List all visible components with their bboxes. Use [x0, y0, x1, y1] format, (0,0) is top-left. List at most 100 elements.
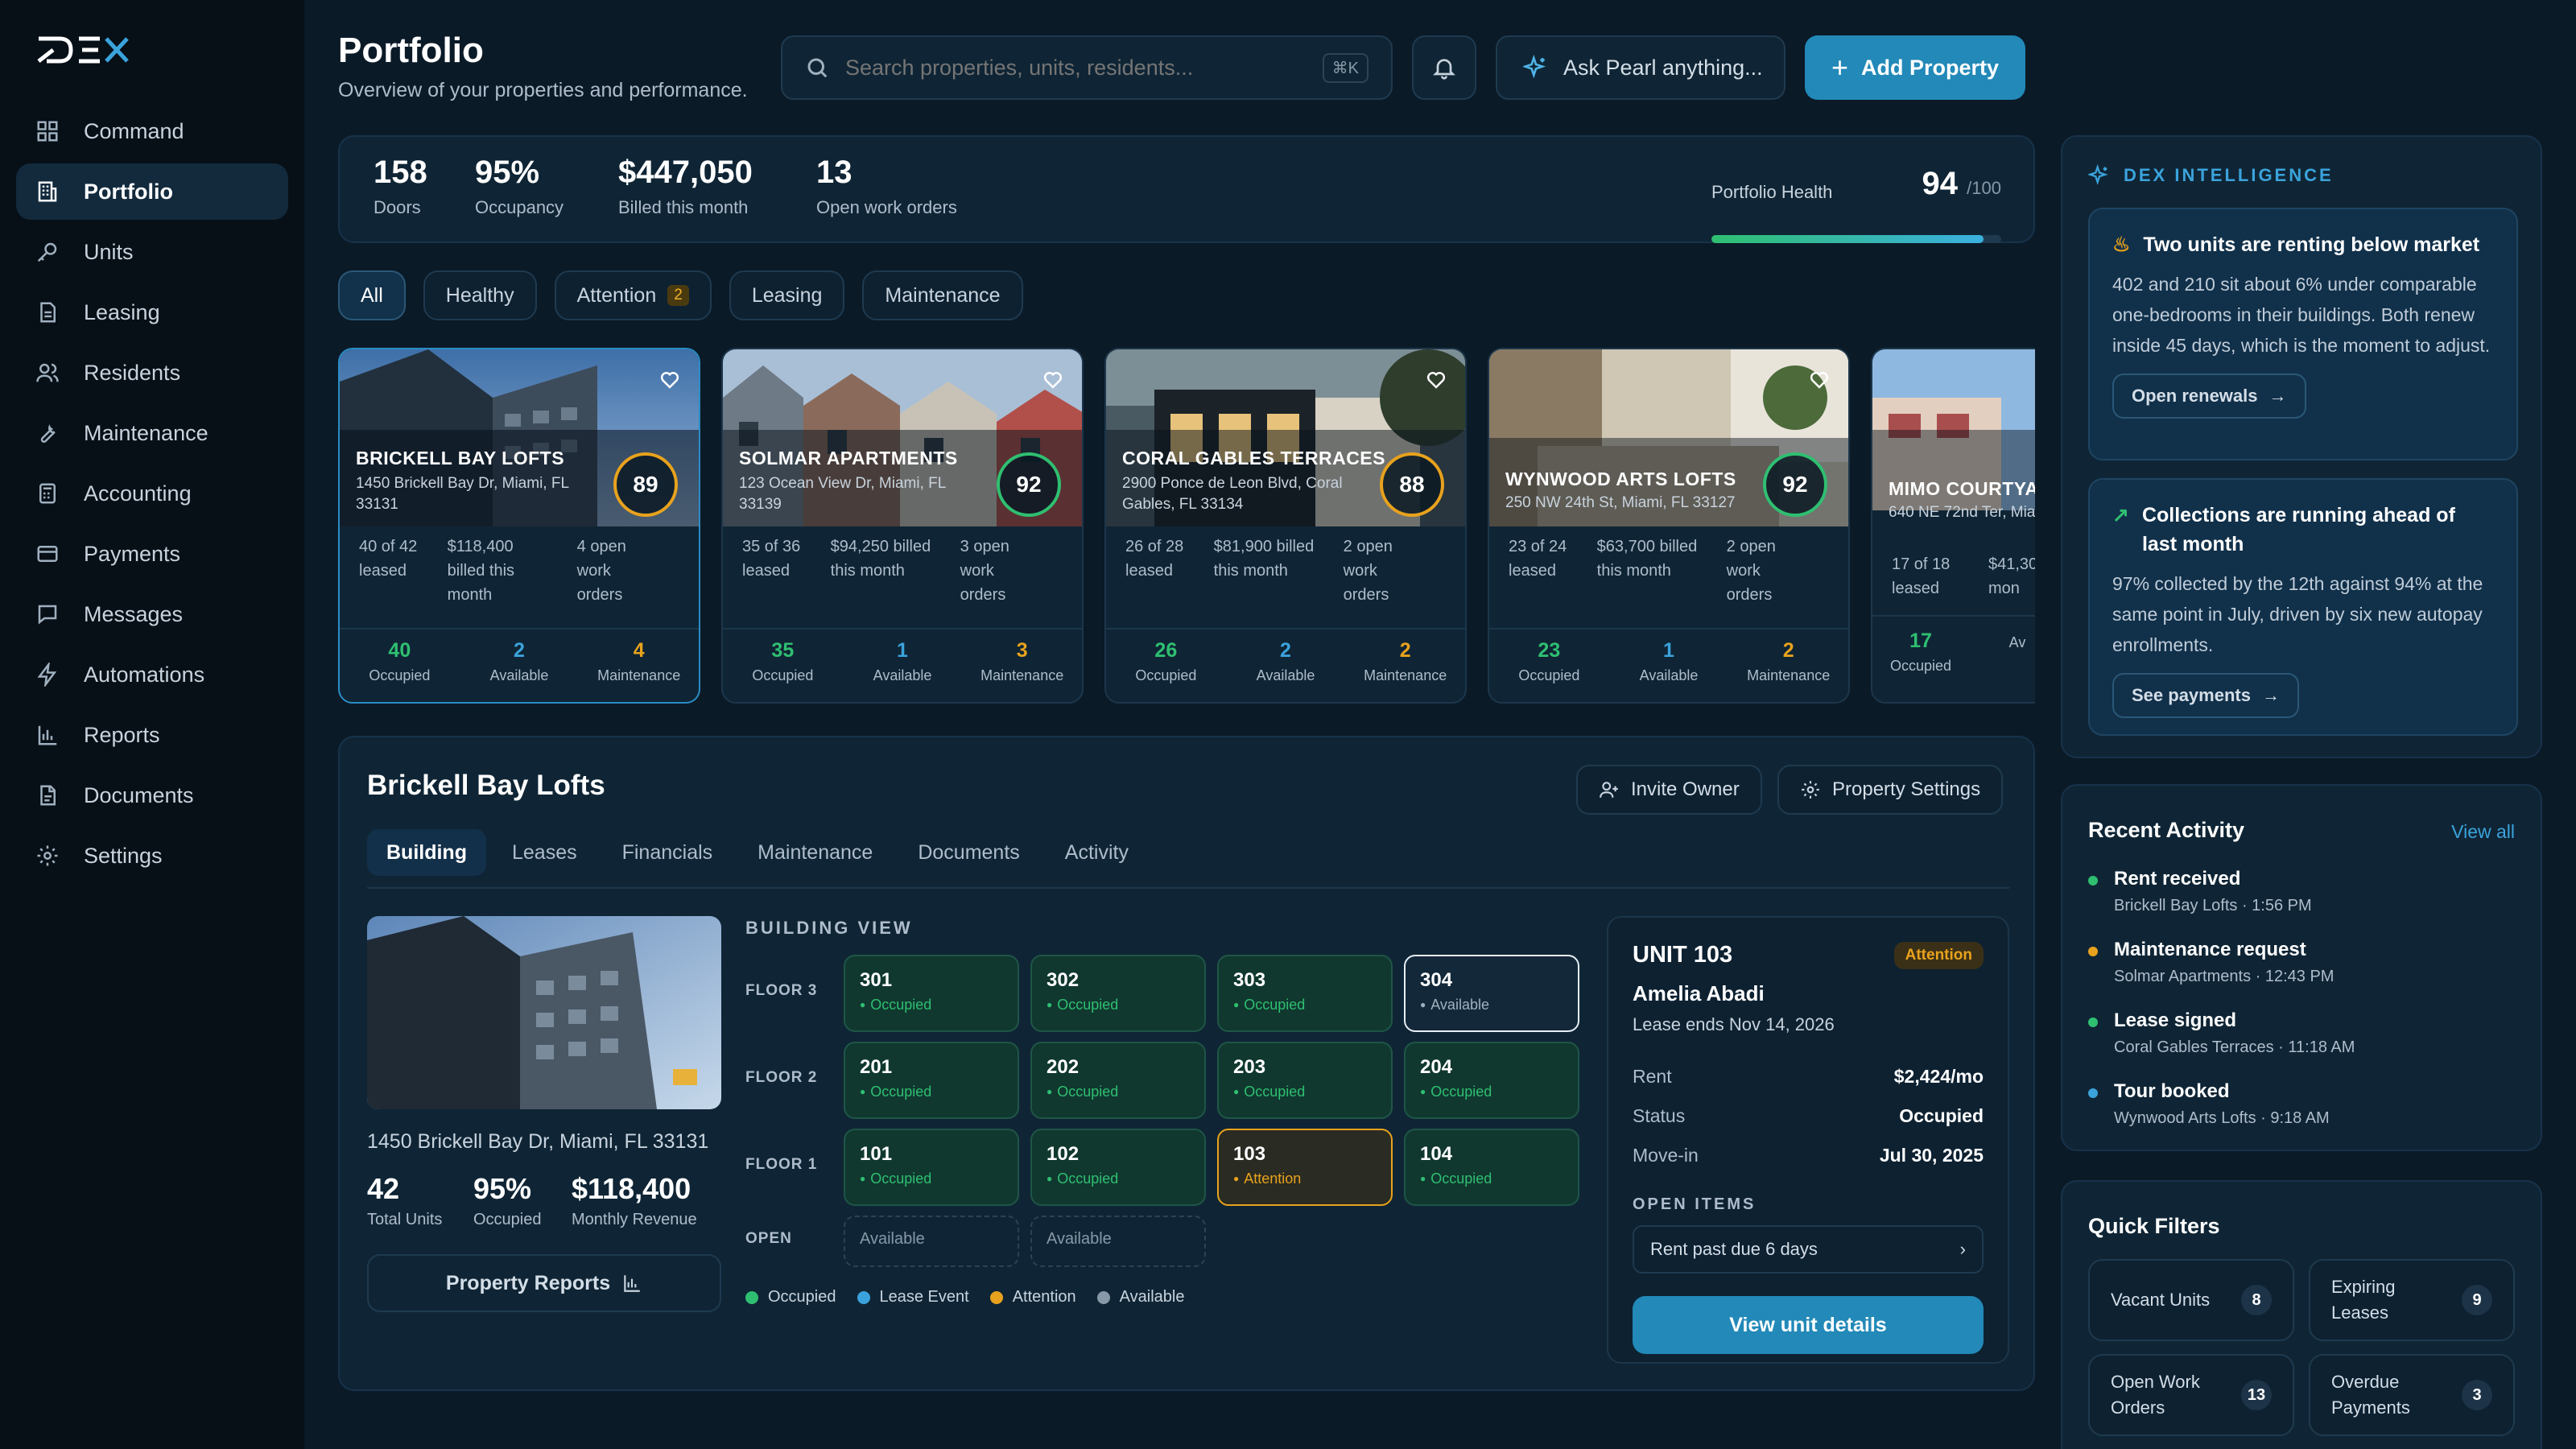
favorite-icon[interactable] — [1806, 367, 1832, 391]
search-input[interactable] — [845, 55, 1323, 80]
plus-icon: + — [1831, 51, 1848, 84]
billed-text: $81,900 billed this month — [1213, 538, 1315, 580]
open-item-row[interactable]: Rent past due 6 days › — [1633, 1225, 1984, 1274]
property-settings-button[interactable]: Property Settings — [1777, 765, 2004, 815]
unit-tile[interactable]: 303 Occupied — [1217, 955, 1393, 1032]
sidebar-item-portfolio[interactable]: Portfolio — [16, 163, 288, 220]
open-renewals-button[interactable]: Open renewals → — [2112, 374, 2306, 419]
unit-tile[interactable]: 302 Occupied — [1030, 955, 1206, 1032]
sidebar-item-maintenance[interactable]: Maintenance — [16, 405, 288, 461]
sidebar-item-documents[interactable]: Documents — [16, 767, 288, 824]
unit-tile[interactable]: 204 Occupied — [1404, 1042, 1579, 1119]
notifications-button[interactable] — [1412, 35, 1476, 100]
see-payments-button[interactable]: See payments → — [2112, 673, 2299, 718]
view-all-link[interactable]: View all — [2451, 821, 2515, 843]
filter-attention[interactable]: Attention 2 — [554, 270, 712, 320]
quick-filter-expiring[interactable]: Expiring Leases 9 — [2309, 1259, 2515, 1341]
unit-tile[interactable]: 101 Occupied — [844, 1129, 1019, 1206]
unit-tile[interactable]: 301 Occupied — [844, 955, 1019, 1032]
open-slot[interactable]: Available — [1030, 1216, 1206, 1267]
ask-pearl-button[interactable]: Ask Pearl anything... — [1496, 35, 1785, 100]
intelligence-header: DEX INTELLIGENCE — [2088, 164, 2334, 187]
chip-label: All — [361, 283, 383, 307]
unit-tile-selected[interactable]: 103 Attention — [1217, 1129, 1393, 1206]
sidebar-item-messages[interactable]: Messages — [16, 586, 288, 642]
add-property-button[interactable]: + Add Property — [1805, 35, 2025, 100]
count-value: 1 — [897, 639, 908, 662]
sidebar-item-command[interactable]: Command — [16, 103, 288, 159]
sidebar-item-label: Leasing — [84, 299, 160, 324]
sidebar-item-residents[interactable]: Residents — [16, 345, 288, 401]
open-item-text: Rent past due 6 days — [1650, 1239, 1818, 1259]
unit-tile[interactable]: 104 Occupied — [1404, 1129, 1579, 1206]
view-unit-details-button[interactable]: View unit details — [1633, 1296, 1984, 1354]
dex-logo[interactable] — [35, 32, 132, 72]
quick-filter-overdue[interactable]: Overdue Payments 3 — [2309, 1354, 2515, 1436]
property-reports-button[interactable]: Property Reports — [367, 1254, 721, 1312]
unit-counts: 35 Occupied 1 Available 3 Maintenance — [723, 639, 1082, 684]
unit-tile[interactable]: 202 Occupied — [1030, 1042, 1206, 1119]
count-value: 26 — [1154, 639, 1178, 662]
tab-maintenance[interactable]: Maintenance — [738, 829, 892, 876]
tab-financials[interactable]: Financials — [603, 829, 733, 876]
sidebar-item-payments[interactable]: Payments — [16, 526, 288, 582]
resident-name: Amelia Abadi — [1633, 981, 1765, 1005]
insight-title-text: Collections are running ahead of last mo… — [2141, 504, 2455, 555]
activity-item[interactable]: Tour booked Wynwood Arts Lofts · 9:18 AM — [2088, 1080, 2330, 1128]
favorite-icon[interactable] — [1423, 367, 1449, 391]
sidebar-item-automations[interactable]: Automations — [16, 646, 288, 703]
stat-label: Occupied — [473, 1211, 542, 1228]
search-bar[interactable]: ⌘K — [781, 35, 1393, 100]
sidebar-item-accounting[interactable]: Accounting — [16, 465, 288, 522]
count-value: 1 — [1663, 639, 1674, 662]
favorite-icon[interactable] — [1040, 367, 1066, 391]
file-icon — [35, 783, 60, 807]
insight-body: 97% collected by the 12th against 94% at… — [2112, 573, 2483, 655]
unit-tile[interactable]: 102 Occupied — [1030, 1129, 1206, 1206]
property-card[interactable]: SOLMAR APARTMENTS 123 Ocean View Dr, Mia… — [721, 348, 1084, 704]
tab-building[interactable]: Building — [367, 829, 486, 876]
unit-status: Occupied — [1233, 997, 1377, 1013]
quick-filter-vacant[interactable]: Vacant Units 8 — [2088, 1259, 2294, 1341]
property-card[interactable]: BRICKELL BAY LOFTS 1450 Brickell Bay Dr,… — [338, 348, 700, 704]
sidebar-item-leasing[interactable]: Leasing — [16, 284, 288, 341]
stat-value: 95% — [473, 1172, 532, 1205]
filter-chips: All Healthy Attention 2 Leasing Maintenan… — [338, 270, 1041, 320]
sidebar-item-label: Documents — [84, 782, 194, 807]
chevron-right-icon: › — [1959, 1239, 1966, 1259]
activity-item[interactable]: Maintenance request Solmar Apartments · 1… — [2088, 939, 2334, 986]
stat-value: 95% — [475, 155, 540, 190]
unit-tile[interactable]: 201 Occupied — [844, 1042, 1019, 1119]
health-score-badge: 89 — [613, 452, 678, 517]
filter-leasing[interactable]: Leasing — [729, 270, 845, 320]
filter-maintenance[interactable]: Maintenance — [862, 270, 1023, 320]
tab-activity[interactable]: Activity — [1046, 829, 1148, 876]
building-stat-occupied: 95% Occupied — [473, 1172, 542, 1229]
occupied-count: 23 Occupied — [1489, 639, 1609, 684]
invite-owner-button[interactable]: Invite Owner — [1576, 765, 1762, 815]
unit-tile[interactable]: 304 Available — [1404, 955, 1579, 1032]
unit-rent-row: Rent $2,424/mo — [1633, 1066, 1984, 1088]
property-card[interactable]: WYNWOOD ARTS LOFTS 250 NW 24th St, Miami… — [1488, 348, 1850, 704]
chip-label: Attention — [576, 283, 657, 307]
health-score-badge: 88 — [1380, 452, 1444, 517]
tab-documents[interactable]: Documents — [898, 829, 1038, 876]
unit-status: Occupied — [1046, 1084, 1190, 1100]
count-value: 2 — [1782, 639, 1794, 662]
sidebar-item-settings[interactable]: Settings — [16, 828, 288, 884]
open-slot[interactable]: Available — [844, 1216, 1019, 1267]
filter-healthy[interactable]: Healthy — [423, 270, 537, 320]
filter-all[interactable]: All — [338, 270, 406, 320]
unit-tile[interactable]: 203 Occupied — [1217, 1042, 1393, 1119]
favorite-icon[interactable] — [657, 367, 683, 391]
tab-leases[interactable]: Leases — [493, 829, 597, 876]
property-card[interactable]: MIMO COURTYARD 640 NE 72nd Ter, Miami 17… — [1871, 348, 2035, 704]
quick-filter-work-orders[interactable]: Open Work Orders 13 — [2088, 1354, 2294, 1436]
count-label: Occupied — [369, 667, 431, 683]
activity-item[interactable]: Rent received Brickell Bay Lofts · 1:56 P… — [2088, 868, 2312, 915]
unit-status: Available — [1420, 997, 1563, 1013]
activity-item[interactable]: Lease signed Coral Gables Terraces · 11:1… — [2088, 1009, 2355, 1057]
sidebar-item-units[interactable]: Units — [16, 224, 288, 280]
sidebar-item-reports[interactable]: Reports — [16, 707, 288, 763]
property-card[interactable]: CORAL GABLES TERRACES 2900 Ponce de Leon… — [1104, 348, 1467, 704]
